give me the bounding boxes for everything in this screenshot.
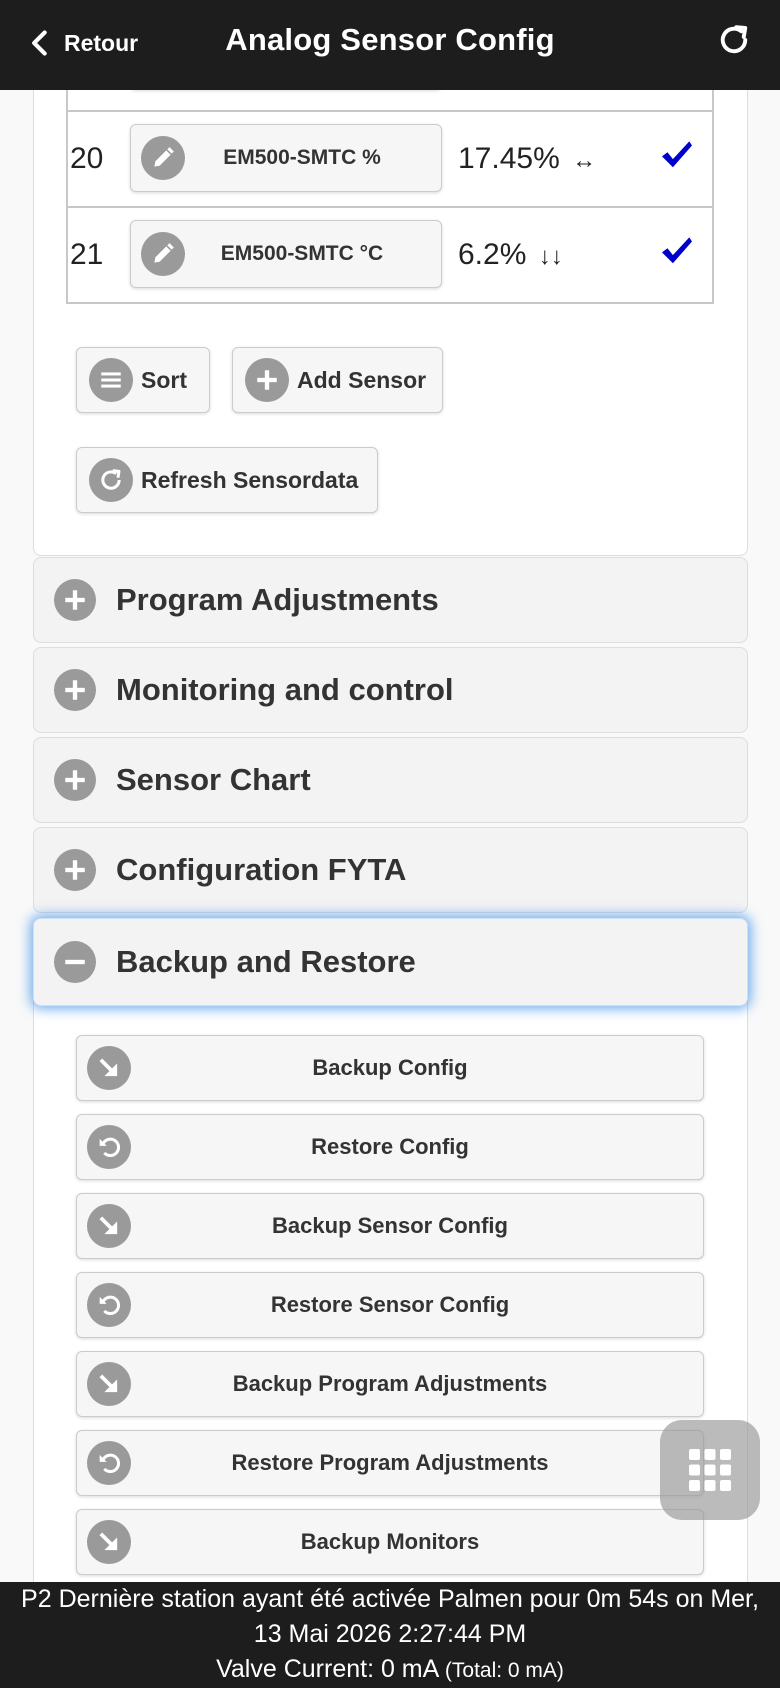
section-title: Program Adjustments [116,582,439,617]
valve-current: Valve Current: 0 mA [216,1655,438,1683]
table-row [68,90,712,110]
sensor-name-label: EM500-SMTC °C [220,242,384,265]
keypad-fab-button[interactable] [660,1420,760,1520]
plus-icon [54,849,96,891]
action-label: Backup Sensor Config [272,1213,508,1238]
backup-sensor-config-button[interactable]: Backup Sensor Config [76,1193,704,1259]
section-title: Backup and Restore [116,944,416,979]
sensor-value-text: 17.45% [458,142,560,175]
restore-program-adjustments-button[interactable]: Restore Program Adjustments [76,1430,704,1496]
section-title: Monitoring and control [116,672,454,707]
trend-indicator: ↓↓ [538,243,563,270]
action-label: Restore Sensor Config [270,1292,510,1317]
checkmark-icon [662,141,692,168]
sensor-name-label: EM500-SMTC % [223,146,381,169]
pencil-icon [141,136,185,180]
action-label: Restore Config [311,1134,469,1159]
section-title: Sensor Chart [116,762,311,797]
plus-icon [245,358,289,402]
section-configuration-fyta[interactable]: Configuration FYTA [33,827,748,913]
table-row: 20 EM500-SMTC % 17.45% ↔ [68,110,712,206]
refresh-icon[interactable] [716,22,752,58]
menu-icon [89,358,133,402]
section-backup-and-restore[interactable]: Backup and Restore [33,918,748,1006]
add-sensor-button[interactable]: Add Sensor [232,347,443,413]
undo-icon [87,1283,131,1327]
action-label: Restore Program Adjustments [231,1450,549,1475]
section-monitoring-and-control[interactable]: Monitoring and control [33,647,748,733]
plus-icon [54,669,96,711]
sort-button[interactable]: Sort [76,347,210,413]
plus-icon [54,579,96,621]
valve-total: (Total: 0 mA) [444,1659,564,1682]
checkmark-icon [662,237,692,264]
action-label: Backup Monitors [300,1529,480,1554]
refresh-sensordata-button[interactable]: Refresh Sensordata [76,447,378,513]
undo-icon [87,1441,131,1485]
table-row: 21 EM500-SMTC °C 6.2% ↓↓ [68,206,712,302]
status-line-1: P2 Dernière station ayant été activée Pa… [21,1585,759,1613]
action-label: Backup Config [312,1055,468,1080]
header-bar: Retour Analog Sensor Config [0,0,780,90]
sensor-number: 20 [70,142,104,175]
add-sensor-button-label: Add Sensor [297,366,427,393]
sensor-value-text: 6.2% [458,238,527,271]
section-title: Configuration FYTA [116,852,407,887]
main-content[interactable]: 20 EM500-SMTC % 17.45% ↔ 21 EM500-SMTC °… [0,90,780,1582]
refresh-sensordata-label: Refresh Sensordata [141,466,359,493]
page-title: Analog Sensor Config [225,22,555,57]
sort-button-label: Sort [141,366,187,393]
grid-icon [689,1449,731,1491]
status-footer: P2 Dernière station ayant été activée Pa… [0,1582,780,1688]
restore-config-button[interactable]: Restore Config [76,1114,704,1180]
status-line-2: 13 Mai 2026 2:27:44 PM [253,1620,527,1648]
minus-icon [54,941,96,983]
arrow-down-right-icon [87,1204,131,1248]
sensor-name-button[interactable]: EM500-SMTC °C [130,220,442,288]
sensor-value: 17.45% ↔ [458,142,596,176]
refresh-icon [89,458,133,502]
trend-indicator: ↔ [572,147,597,174]
sensor-table: 20 EM500-SMTC % 17.45% ↔ 21 EM500-SMTC °… [66,90,714,304]
sensor-number: 21 [70,238,104,271]
undo-icon [87,1125,131,1169]
action-label: Backup Program Adjustments [232,1371,548,1396]
plus-icon [54,759,96,801]
pencil-icon [141,232,185,276]
section-sensor-chart[interactable]: Sensor Chart [33,737,748,823]
backup-program-adjustments-button[interactable]: Backup Program Adjustments [76,1351,704,1417]
arrow-down-right-icon [87,1362,131,1406]
sensor-name-button[interactable]: EM500-SMTC % [130,124,442,192]
status-line-3: Valve Current: 0 mA (Total: 0 mA) [0,1652,780,1688]
restore-sensor-config-button[interactable]: Restore Sensor Config [76,1272,704,1338]
arrow-down-right-icon [87,1046,131,1090]
arrow-down-right-icon [87,1520,131,1564]
backup-config-button[interactable]: Backup Config [76,1035,704,1101]
section-program-adjustments[interactable]: Program Adjustments [33,557,748,643]
sensor-value: 6.2% ↓↓ [458,238,563,272]
backup-monitors-button[interactable]: Backup Monitors [76,1509,704,1575]
